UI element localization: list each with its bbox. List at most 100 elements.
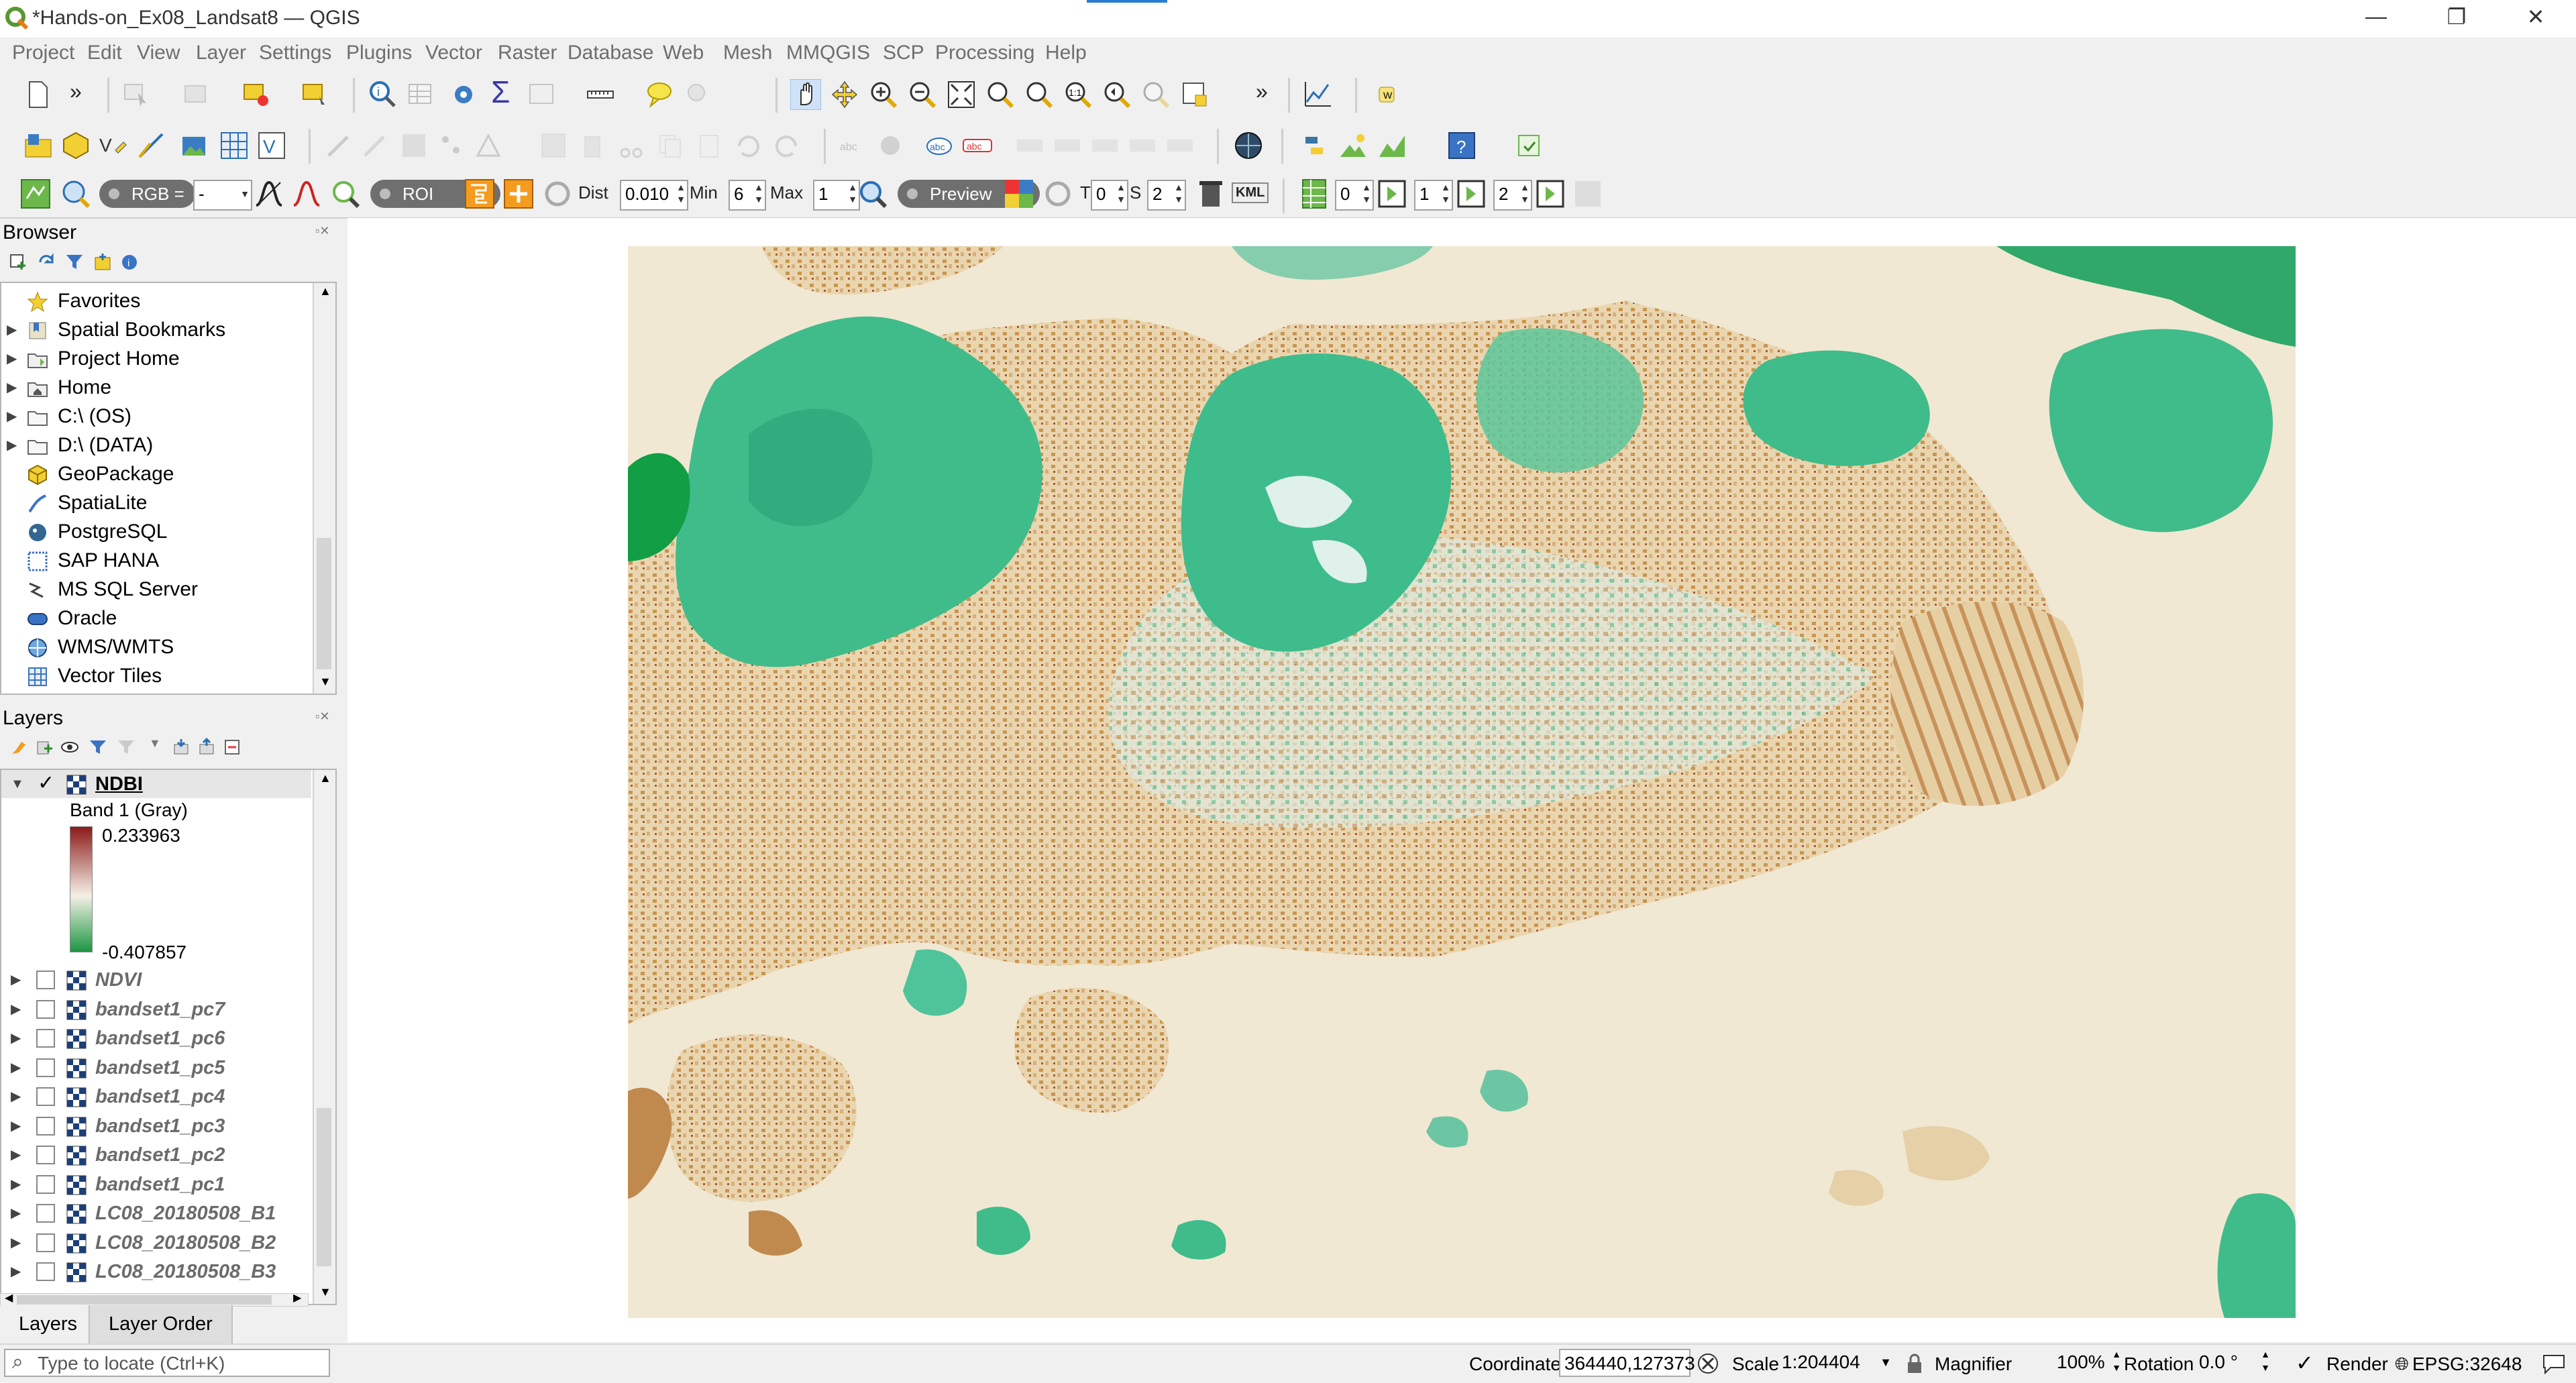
- add-grid-layer-icon[interactable]: [219, 130, 250, 161]
- filter-icon[interactable]: [64, 252, 85, 272]
- menu-view[interactable]: View: [137, 42, 180, 64]
- add-raster-layer-icon[interactable]: [180, 130, 211, 161]
- scroll-left-icon[interactable]: ◀: [5, 1291, 13, 1305]
- measure-line-icon[interactable]: [585, 79, 616, 110]
- rgb-select[interactable]: - ▼: [193, 180, 252, 211]
- next-band-icon[interactable]: [1377, 178, 1407, 209]
- paste-features-icon[interactable]: [694, 130, 724, 161]
- select-by-value-icon[interactable]: [181, 79, 212, 110]
- layer-row[interactable]: ▶ bandset1_pc5: [1, 1054, 310, 1082]
- scp-zoom-icon[interactable]: [60, 178, 91, 209]
- layer-visibility-checkbox[interactable]: [36, 1262, 55, 1281]
- move-label-icon[interactable]: [1089, 130, 1120, 161]
- restore-button[interactable]: ❐: [2436, 4, 2477, 30]
- expand-arrow-icon[interactable]: ▶: [11, 966, 21, 994]
- expand-arrow-icon[interactable]: ▶: [11, 995, 21, 1024]
- scrollbar-thumb[interactable]: [317, 538, 331, 669]
- new-temporary-layer-icon[interactable]: [136, 130, 166, 161]
- next-band-icon[interactable]: [1535, 178, 1566, 209]
- rotate-label-icon[interactable]: [1127, 130, 1158, 161]
- expand-arrow-icon[interactable]: ▶: [7, 402, 17, 431]
- min-spinbox[interactable]: 6 ▲ ▼: [729, 180, 766, 211]
- new-geopackage-layer-icon[interactable]: [60, 130, 91, 161]
- pan-map-icon[interactable]: [790, 79, 821, 110]
- layer-visibility-checkbox[interactable]: [36, 1174, 55, 1194]
- band-list-icon[interactable]: [1572, 178, 1603, 209]
- terrain-profile-icon[interactable]: [1377, 130, 1407, 161]
- delete-selected-icon[interactable]: [577, 130, 608, 161]
- layer-visibility-checkbox[interactable]: [36, 1029, 55, 1048]
- zoom-last-icon[interactable]: [1102, 79, 1132, 110]
- scroll-up-icon[interactable]: ▲: [319, 771, 331, 785]
- show-hide-labels-icon[interactable]: [1052, 130, 1083, 161]
- layer-row[interactable]: ▶ LC08_20180508_B3: [1, 1258, 310, 1286]
- properties-info-icon[interactable]: i: [119, 252, 140, 272]
- deselect-icon[interactable]: [240, 79, 271, 110]
- tab-layers[interactable]: Layers: [0, 1305, 98, 1345]
- local-std-stretch-icon[interactable]: [291, 178, 322, 209]
- expand-arrow-icon[interactable]: ▶: [11, 1112, 21, 1140]
- menu-plugins[interactable]: Plugins: [346, 42, 412, 64]
- identify-features-icon[interactable]: i: [368, 79, 398, 110]
- save-edits-icon[interactable]: [398, 130, 429, 161]
- new-shapefile-layer-icon[interactable]: V: [98, 130, 129, 161]
- layer-visibility-checkbox[interactable]: [36, 1087, 55, 1106]
- add-roi-icon[interactable]: [503, 178, 534, 209]
- layer-row-ndbi[interactable]: ▼ ✓ NDBI: [1, 770, 311, 798]
- layer-visibility-checkbox[interactable]: [36, 971, 55, 989]
- zoom-full-icon[interactable]: [946, 79, 977, 110]
- menu-project[interactable]: Project: [12, 42, 74, 64]
- s-spinbox[interactable]: 2 ▲ ▼: [1147, 180, 1186, 211]
- kml-export-button[interactable]: KML: [1232, 182, 1269, 203]
- profile-tool-icon[interactable]: [1303, 79, 1334, 110]
- change-label-icon[interactable]: [1165, 130, 1195, 161]
- menu-vector[interactable]: Vector: [425, 42, 482, 64]
- zoom-native-resolution-icon[interactable]: 1:1: [1063, 79, 1093, 110]
- layer-row[interactable]: ▶ bandset1_pc7: [1, 995, 310, 1024]
- layers-scrollbar[interactable]: ▲ ▼: [313, 770, 335, 1304]
- open-field-calculator-icon[interactable]: [526, 79, 557, 110]
- layer-row[interactable]: ▶ bandset1_pc2: [1, 1141, 310, 1169]
- browser-scrollbar[interactable]: ▲ ▼: [313, 283, 335, 694]
- minimize-button[interactable]: —: [2356, 4, 2396, 29]
- menu-layer[interactable]: Layer: [196, 42, 246, 64]
- expand-arrow-icon[interactable]: ▶: [11, 1141, 21, 1169]
- band-b-spinbox[interactable]: 1 ▲ ▼: [1414, 180, 1453, 211]
- pin-labels-icon[interactable]: [1014, 130, 1045, 161]
- layer-visibility-checkbox[interactable]: [36, 999, 55, 1019]
- band-set-table-icon[interactable]: [1299, 178, 1330, 209]
- max-spinbox[interactable]: 1 ▲ ▼: [813, 180, 860, 211]
- modify-attributes-icon[interactable]: [538, 130, 569, 161]
- layer-visibility-checkbox[interactable]: [36, 1146, 55, 1164]
- layer-visibility-checkbox[interactable]: [36, 1233, 55, 1252]
- t-spinbox[interactable]: 0 ▲ ▼: [1091, 180, 1128, 211]
- annotation-icon[interactable]: [683, 79, 714, 110]
- messages-icon[interactable]: [2542, 1353, 2565, 1374]
- render-checkbox[interactable]: ✓: [2296, 1350, 2314, 1376]
- layer-row[interactable]: ▶ bandset1_pc3: [1, 1112, 310, 1140]
- coordinate-field[interactable]: 364440,127373: [1559, 1349, 1695, 1377]
- dist-spinbox[interactable]: 0.010 ▲ ▼: [620, 180, 688, 211]
- add-vector-layer-icon[interactable]: V: [256, 130, 287, 161]
- new-project-icon[interactable]: [23, 79, 54, 110]
- rgb-toggle[interactable]: RGB =: [99, 180, 195, 208]
- scrollbar-thumb[interactable]: [17, 1295, 272, 1305]
- layer-row[interactable]: ▶ LC08_20180508_B2: [1, 1229, 310, 1257]
- redo-preview-icon[interactable]: [1042, 178, 1073, 209]
- local-cumulative-stretch-icon[interactable]: [254, 178, 284, 209]
- rotation-spinbox[interactable]: 0.0 ° ▲ ▼: [2195, 1349, 2270, 1377]
- help-icon[interactable]: ?: [1446, 130, 1477, 161]
- expand-arrow-icon[interactable]: ▶: [11, 1229, 21, 1257]
- layer-visibility-checkbox[interactable]: [36, 1058, 55, 1077]
- close-button[interactable]: ✕: [2516, 4, 2556, 30]
- zoom-to-preview-icon[interactable]: [857, 178, 888, 209]
- remove-layer-icon[interactable]: [223, 738, 241, 757]
- zoom-to-roi-icon[interactable]: [330, 178, 361, 209]
- layers-hscrollbar[interactable]: ◀ ▶: [0, 1291, 309, 1307]
- chevron-down-icon[interactable]: ▼: [149, 736, 161, 751]
- zoom-to-selection-icon[interactable]: [985, 79, 1016, 110]
- layer-row[interactable]: ▶ bandset1_pc6: [1, 1024, 310, 1052]
- add-feature-icon[interactable]: [436, 130, 467, 161]
- next-band-icon[interactable]: [1456, 178, 1487, 209]
- crs-button[interactable]: EPSG:32648: [2412, 1353, 2522, 1375]
